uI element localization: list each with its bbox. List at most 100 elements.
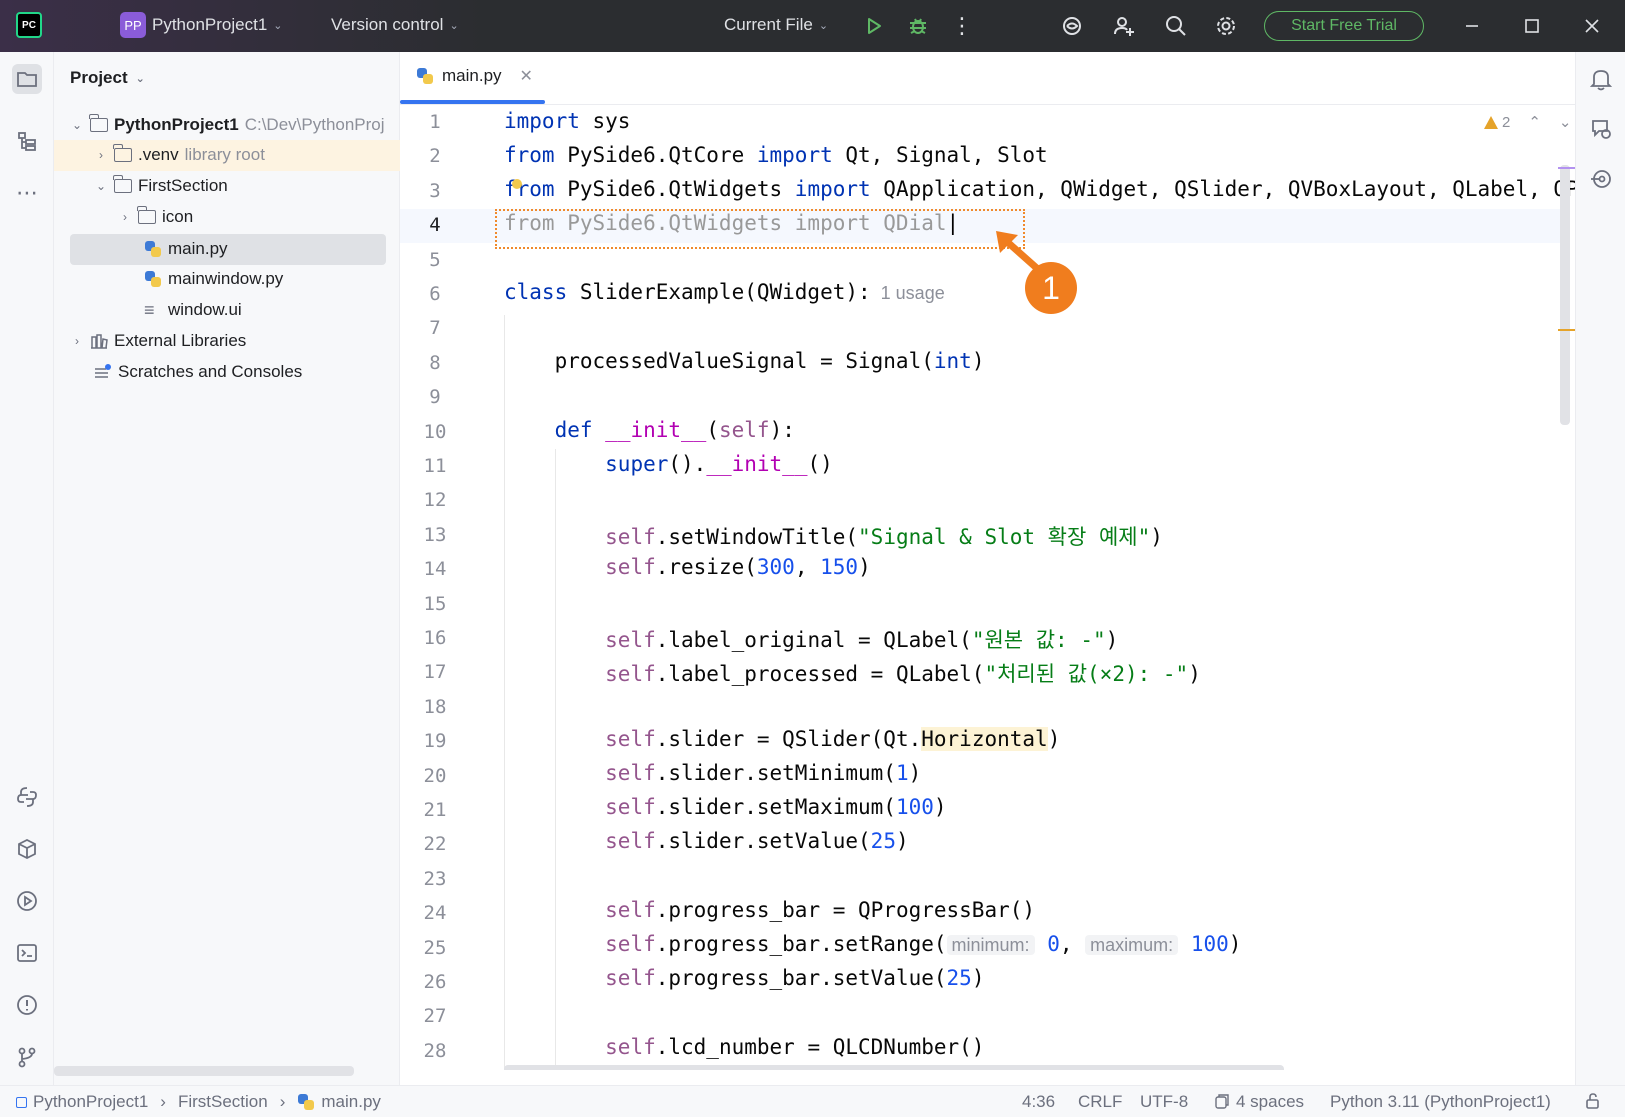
tab-main-py[interactable]: main.py ✕ [416, 66, 533, 86]
warning-marker[interactable] [1558, 329, 1575, 331]
line-number[interactable]: 18 [400, 696, 470, 718]
python-interpreter[interactable]: Python 3.11 (PythonProject1) [1330, 1092, 1551, 1112]
line-number[interactable]: 23 [400, 868, 470, 890]
problems-icon[interactable] [12, 990, 42, 1020]
debug-icon[interactable] [906, 14, 930, 38]
chevron-down-icon[interactable]: ⌄ [1559, 113, 1572, 131]
chevron-right-icon[interactable]: › [118, 210, 132, 224]
line-number[interactable]: 25 [400, 937, 470, 959]
line-number[interactable]: 10 [400, 421, 470, 443]
project-panel-header[interactable]: Project ⌄ [70, 68, 145, 88]
endpoints-icon[interactable] [1586, 164, 1616, 194]
search-icon[interactable] [1164, 14, 1188, 38]
structure-icon[interactable] [12, 126, 42, 156]
breadcrumb-project[interactable]: PythonProject1 [33, 1092, 148, 1112]
lock-icon[interactable] [1584, 1092, 1602, 1110]
change-marker [1558, 167, 1575, 169]
folder-icon [89, 114, 108, 132]
tree-item-venv[interactable]: › .venv library root [94, 140, 265, 170]
caret-position[interactable]: 4:36 [1022, 1092, 1055, 1112]
breadcrumb-file[interactable]: main.py [321, 1092, 381, 1112]
python-packages-icon[interactable] [12, 834, 42, 864]
tree-item-main-py[interactable]: main.py [144, 234, 228, 264]
notifications-bell-icon[interactable] [1586, 64, 1616, 94]
line-number[interactable]: 4 [400, 214, 470, 236]
line-number[interactable]: 6 [400, 283, 470, 305]
line-number[interactable]: 22 [400, 833, 470, 855]
chevron-right-icon[interactable]: › [94, 148, 108, 162]
line-number[interactable]: 24 [400, 902, 470, 924]
code-line-14: self.resize(300, 150) [605, 555, 871, 579]
line-number[interactable]: 26 [400, 971, 470, 993]
main-menu-icon[interactable] [66, 16, 88, 34]
ai-chat-icon[interactable] [1586, 114, 1616, 144]
ai-assistant-icon[interactable] [1060, 14, 1084, 38]
chevron-right-icon[interactable]: › [70, 334, 84, 348]
python-file-icon [144, 240, 162, 258]
line-number[interactable]: 2 [400, 145, 470, 167]
more-tools-icon[interactable]: ⋯ [12, 178, 42, 208]
project-folder-icon[interactable] [12, 64, 42, 94]
line-number[interactable]: 8 [400, 352, 470, 374]
python-console-icon[interactable] [12, 782, 42, 812]
close-tab-icon[interactable]: ✕ [520, 66, 533, 86]
tree-item-mainwindow-py[interactable]: mainwindow.py [144, 264, 283, 294]
editor-vertical-scrollbar[interactable] [1560, 165, 1570, 425]
tree-item-project-root[interactable]: ⌄ PythonProject1 C:\Dev\PythonProj [70, 110, 385, 140]
tree-item-label: External Libraries [114, 331, 247, 350]
line-number[interactable]: 11 [400, 455, 470, 477]
scratches-icon [95, 364, 111, 378]
line-number[interactable]: 1 [400, 111, 470, 133]
services-run-icon[interactable] [12, 886, 42, 916]
run-icon[interactable] [862, 14, 886, 38]
line-number[interactable]: 3 [400, 180, 470, 202]
line-number[interactable]: 7 [400, 317, 470, 339]
minimize-window-icon[interactable] [1460, 14, 1484, 38]
settings-gear-icon[interactable] [1214, 14, 1238, 38]
tree-item-scratches[interactable]: Scratches and Consoles [94, 357, 302, 387]
line-number[interactable]: 20 [400, 765, 470, 787]
line-number[interactable]: 12 [400, 489, 470, 511]
code-editor[interactable]: 1 2 3 4 5 6 7 8 9 10 11 12 13 14 15 16 17 18 19 20 21 22 23 24 2… [400, 105, 1575, 1070]
project-panel-scrollbar[interactable] [54, 1066, 354, 1076]
line-number[interactable]: 28 [400, 1040, 470, 1062]
chevron-down-icon[interactable]: ⌄ [70, 118, 84, 132]
project-switcher[interactable]: PP PythonProject1 ⌄ [120, 12, 283, 38]
active-tab-indicator [400, 100, 545, 104]
line-number[interactable]: 16 [400, 627, 470, 649]
add-user-icon[interactable] [1112, 14, 1136, 38]
tree-item-firstsection[interactable]: ⌄ FirstSection [94, 171, 228, 201]
vcs-menu[interactable]: Version control ⌄ [331, 15, 459, 35]
lightbulb-icon[interactable] [512, 179, 522, 189]
tree-item-icon-folder[interactable]: › icon [118, 202, 193, 232]
line-number[interactable]: 9 [400, 386, 470, 408]
close-window-icon[interactable] [1580, 14, 1604, 38]
tab-label: main.py [442, 66, 502, 85]
run-config-selector[interactable]: Current File ⌄ [724, 15, 828, 35]
indent-setting[interactable]: 4 spaces [1214, 1092, 1304, 1112]
usage-hint[interactable]: 1 usage [881, 283, 945, 303]
code-line-16: self.label_original = QLabel("원본 값: -") [605, 628, 1119, 652]
maximize-window-icon[interactable] [1520, 14, 1544, 38]
tree-item-external-libraries[interactable]: › External Libraries [70, 326, 246, 356]
line-number[interactable]: 27 [400, 1005, 470, 1027]
line-number[interactable]: 13 [400, 524, 470, 546]
editor-horizontal-scrollbar[interactable] [504, 1065, 1284, 1070]
start-free-trial-button[interactable]: Start Free Trial [1264, 11, 1424, 41]
tree-item-window-ui[interactable]: ≡ window.ui [144, 295, 242, 325]
line-number[interactable]: 5 [400, 249, 470, 271]
line-number[interactable]: 21 [400, 799, 470, 821]
git-branch-icon[interactable] [12, 1042, 42, 1072]
line-number[interactable]: 19 [400, 730, 470, 752]
line-number[interactable]: 15 [400, 593, 470, 615]
line-number[interactable]: 14 [400, 558, 470, 580]
line-number[interactable]: 17 [400, 661, 470, 683]
chevron-down-icon[interactable]: ⌄ [94, 179, 108, 193]
more-actions-icon[interactable]: ⋮ [950, 13, 974, 38]
inspection-widget[interactable]: 2 ⌃ ⌄ [1484, 113, 1572, 131]
breadcrumb-folder[interactable]: FirstSection [178, 1092, 268, 1112]
line-ending[interactable]: CRLF [1078, 1092, 1122, 1112]
chevron-up-icon[interactable]: ⌃ [1528, 113, 1541, 131]
terminal-icon[interactable] [12, 938, 42, 968]
file-encoding[interactable]: UTF-8 [1140, 1092, 1188, 1112]
